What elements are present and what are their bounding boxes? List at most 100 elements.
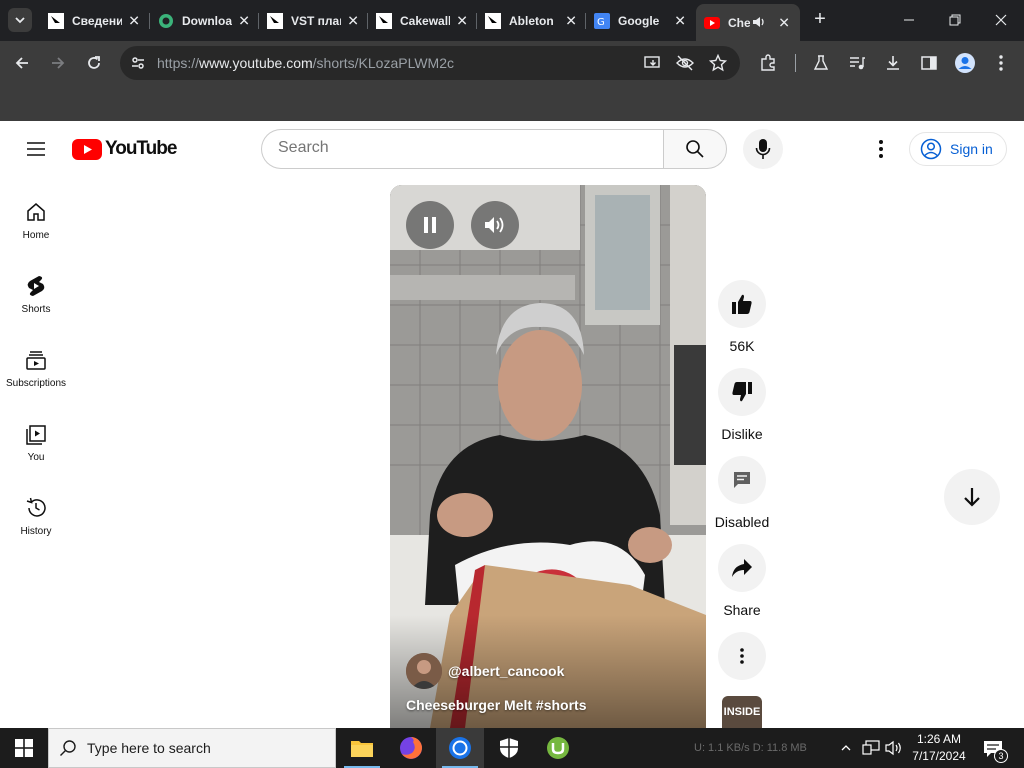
like-count: 56K [729,338,755,354]
shorts-video-player[interactable]: @albert_cancook Cheeseburger Melt #short… [390,185,706,728]
taskbar-search-input[interactable] [87,740,327,756]
volume-tray-button[interactable] [884,738,904,758]
utorrent-app[interactable] [534,728,582,768]
youtube-masthead: YouTube Sign in [0,121,1024,177]
generic-tool-icon [48,12,64,29]
bookmark-star-icon[interactable] [708,53,728,77]
firefox-app[interactable] [387,728,435,768]
tab-search-button[interactable] [8,8,32,32]
voice-search-button[interactable] [743,129,783,169]
network-icon [862,740,880,755]
settings-more-button[interactable] [869,137,893,161]
folder-icon [351,741,373,757]
profile-avatar-icon[interactable] [954,52,976,74]
close-tab-icon[interactable]: ✕ [565,12,577,29]
site-info-icon[interactable] [130,55,146,76]
action-center-button[interactable]: 3 [980,736,1008,763]
chevron-down-icon [15,17,25,24]
pause-icon [424,217,436,233]
start-button[interactable] [0,728,48,768]
thumbs-up-icon [732,294,752,314]
comments-label: Disabled [714,514,770,530]
comment-icon [734,472,750,488]
home-icon [24,200,48,224]
search-button[interactable] [663,129,727,169]
share-button[interactable] [718,544,766,592]
close-tab-icon[interactable]: ✕ [128,12,140,29]
tab-3[interactable]: VST плагины ✕ [259,6,369,35]
close-tab-icon[interactable]: ✕ [778,14,790,31]
address-bar[interactable]: https://www.youtube.com/shorts/KLozaPLWM… [120,46,740,80]
close-tab-icon[interactable]: ✕ [674,12,686,29]
forward-button[interactable] [46,51,70,75]
share-icon [732,559,752,577]
utorrent-icon [547,737,569,759]
guide-item-shorts[interactable]: Shorts [4,258,68,328]
security-app[interactable] [485,728,533,768]
arrow-down-icon [964,488,980,507]
comments-action: Disabled [712,456,772,530]
like-button[interactable] [718,280,766,328]
pause-button[interactable] [406,201,454,249]
install-app-icon[interactable] [644,55,662,76]
windows-logo-icon [15,739,33,757]
guide-item-history[interactable]: History [4,480,68,550]
dislike-label: Dislike [721,426,763,442]
lab-flask-icon[interactable] [810,52,832,74]
tab-active-youtube[interactable]: Cheeseburger Melt ✕ [696,4,800,41]
next-video-button[interactable] [944,469,1000,525]
bookmarks-bar [0,85,1024,121]
close-tab-icon[interactable]: ✕ [347,12,359,29]
tab-2[interactable]: Download ✕ [150,6,260,35]
subscriptions-icon [24,348,48,372]
video-title[interactable]: Cheeseburger Melt #shorts [406,697,587,713]
google-translate-icon: G [594,12,610,29]
dislike-button[interactable] [718,368,766,416]
account-circle-icon [920,138,942,160]
generic-tool-icon [485,12,501,29]
chrome-app[interactable] [436,728,484,768]
search-input[interactable] [278,139,638,157]
minimize-button[interactable] [895,8,923,32]
taskbar-clock[interactable]: 1:26 AM 7/17/2024 [904,731,974,765]
back-button[interactable] [10,51,34,75]
tab-6[interactable]: G Google ✕ [586,6,696,35]
show-hidden-icons-button[interactable] [836,738,856,758]
downloads-icon[interactable] [882,52,904,74]
guide-item-home[interactable]: Home [4,184,68,254]
tab-title: Download [182,13,232,28]
history-icon [24,496,48,520]
tab-1[interactable]: Сведения ✕ [40,6,150,35]
network-tray-button[interactable] [861,738,881,758]
sign-in-button[interactable]: Sign in [909,132,1007,166]
more-actions-button[interactable] [718,632,766,680]
side-panel-icon[interactable] [918,52,940,74]
mute-button[interactable] [471,201,519,249]
network-speed-text: U: 1.1 KB/s D: 11.8 MB [694,742,807,754]
hamburger-icon [27,142,45,156]
browser-menu-icon[interactable] [990,52,1012,74]
youtube-logo[interactable]: YouTube [72,138,177,160]
taskbar-search[interactable] [48,728,336,768]
tab-4[interactable]: Cakewalk ✕ [368,6,478,35]
restore-button[interactable] [941,8,969,32]
guide-item-you[interactable]: You [4,406,68,476]
new-tab-button[interactable]: + [810,9,830,31]
media-control-icon[interactable] [846,52,868,74]
close-tab-icon[interactable]: ✕ [238,12,250,29]
reload-button[interactable] [82,51,106,75]
file-explorer-app[interactable] [338,728,386,768]
tab-audio-icon[interactable] [752,15,766,32]
arrow-left-icon [15,57,28,69]
channel-avatar[interactable] [406,653,442,689]
guide-item-subscriptions[interactable]: Subscriptions [4,332,68,402]
menu-button[interactable] [24,137,48,161]
eye-off-icon[interactable] [676,55,694,76]
channel-info[interactable]: @albert_cancook [406,653,564,689]
extensions-icon[interactable] [757,52,779,74]
close-tab-icon[interactable]: ✕ [456,12,468,29]
comments-button[interactable] [718,456,766,504]
close-window-button[interactable] [987,8,1015,32]
sound-thumbnail[interactable]: INSIDE [722,696,762,728]
tab-5[interactable]: Ableton ✕ [477,6,587,35]
